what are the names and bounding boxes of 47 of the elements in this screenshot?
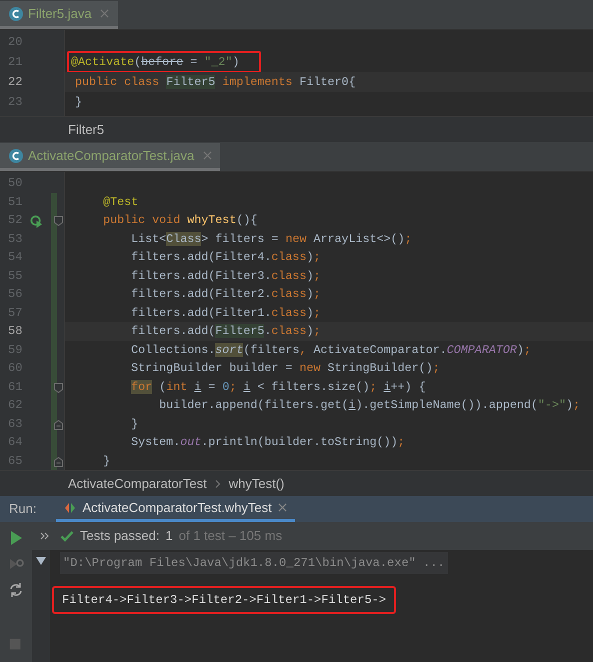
code-line: List<Class> filters = new ArrayList<>();	[130, 230, 412, 248]
play-icon[interactable]	[8, 530, 24, 546]
expand-icon[interactable]	[40, 531, 50, 541]
test-status: Tests passed:	[80, 527, 160, 546]
chevron-icon	[214, 480, 221, 488]
class-file-icon	[8, 6, 24, 22]
line-number: 58	[7, 323, 24, 340]
line-number: 22	[7, 74, 24, 91]
collapse-icon[interactable]	[36, 556, 46, 566]
test-count: 1	[166, 527, 173, 546]
breadcrumb[interactable]: Filter5	[68, 120, 104, 140]
fold-icon[interactable]	[54, 382, 63, 392]
code-line: }	[75, 94, 82, 111]
code-line: }	[102, 452, 110, 470]
refresh-icon[interactable]	[8, 582, 24, 598]
code-line: public class Filter5 implements Filter0{	[75, 74, 356, 91]
code-line: filters.add(Filter5.class);	[130, 323, 321, 340]
code-line: Collections.sort(filters, ActivateComparator.COMPARATOR);	[130, 342, 531, 359]
code-line: builder.append(filters.get(i).getSimpleName()).append("->");	[158, 397, 580, 414]
code-line: filters.add(Filter4.class);	[130, 249, 320, 266]
run-icon[interactable]	[30, 215, 43, 228]
fold-icon[interactable]	[54, 216, 63, 226]
code-line: System.out.println(builder.toString());	[130, 434, 405, 452]
fold-icon[interactable]	[54, 420, 63, 430]
code-line: filters.add(Filter2.class);	[130, 286, 320, 304]
code-line: for (int i = 0; i < filters.size(); i++) {	[130, 378, 426, 396]
code-line: filters.add(Filter1.class);	[130, 304, 320, 322]
test-icon	[64, 502, 76, 514]
breadcrumb[interactable]: whyTest()	[228, 474, 284, 494]
check-icon	[60, 529, 74, 543]
test-duration: of 1 test – 105 ms	[178, 527, 282, 546]
console-command: "D:\Program Files\Java\jdk1.8.0_271\bin\java.exe" ...	[60, 552, 448, 574]
run-label: Run:	[8, 500, 38, 518]
code-line: StringBuilder builder = new StringBuilder();	[130, 360, 440, 378]
breadcrumb[interactable]: ActivateComparatorTest	[68, 474, 207, 494]
code-line: public void whyTest(){	[102, 212, 258, 230]
code-line: @Test	[102, 194, 138, 211]
console-output: Filter4->Filter3->Filter2->Filter1->Filter5->	[52, 586, 396, 614]
rerun-icon[interactable]	[8, 556, 24, 572]
close-icon[interactable]	[100, 8, 110, 18]
code-line: filters.add(Filter3.class);	[130, 268, 320, 285]
fold-icon[interactable]	[54, 456, 63, 466]
class-file-icon	[8, 148, 24, 164]
stop-icon[interactable]	[9, 638, 23, 652]
code-line: }	[130, 416, 138, 433]
close-icon[interactable]	[278, 503, 287, 512]
close-icon[interactable]	[202, 150, 212, 160]
